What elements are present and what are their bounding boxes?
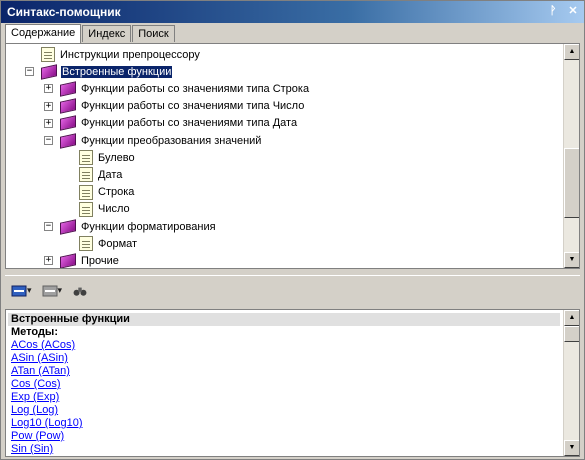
help-content-pane: Встроенные функции Методы: ▲ ▼ ACos (ACo…: [5, 309, 580, 457]
method-link[interactable]: Sin (Sin): [11, 443, 53, 456]
document-icon: [41, 47, 55, 62]
tree-item[interactable]: + Функции работы со значениями типа Строк…: [44, 80, 310, 97]
navigation-toolbar: ▾ ▾: [5, 275, 580, 305]
book-icon: [60, 115, 76, 131]
method-link[interactable]: Log (Log): [11, 404, 58, 417]
method-link[interactable]: ACos (ACos): [11, 339, 75, 352]
expand-icon[interactable]: +: [44, 118, 53, 128]
expand-icon[interactable]: +: [44, 256, 53, 266]
tree-item-label: Инструкции препроцессору: [60, 48, 200, 61]
tree-item-label: Строка: [98, 186, 135, 199]
tree-item-label: Прочие: [81, 254, 119, 267]
scroll-up-icon[interactable]: ▲: [564, 44, 579, 60]
forward-arrow-icon: [42, 285, 58, 296]
collapse-icon[interactable]: −: [44, 222, 53, 231]
method-link[interactable]: ATan (ATan): [11, 365, 70, 378]
method-link[interactable]: Log10 (Log10): [11, 417, 83, 430]
pin-icon[interactable]: ᚹ: [546, 4, 560, 18]
method-link[interactable]: ASin (ASin): [11, 352, 68, 365]
back-arrow-icon: [11, 285, 27, 296]
methods-heading: Методы:: [11, 326, 58, 338]
content-scrollbar[interactable]: ▲ ▼: [563, 310, 579, 456]
forward-button[interactable]: ▾: [40, 280, 65, 302]
tree-item-label: Булево: [98, 151, 135, 164]
document-icon: [79, 150, 93, 166]
tree-item-label: Функции преобразования значений: [81, 134, 262, 147]
tree-item[interactable]: − Встроенные функции: [25, 63, 173, 80]
collapse-icon[interactable]: −: [25, 67, 34, 77]
book-icon: [60, 132, 76, 149]
dropdown-arrow-icon[interactable]: ▾: [58, 285, 63, 296]
window-title: Синтакс-помощник: [7, 5, 121, 19]
dropdown-arrow-icon[interactable]: ▾: [27, 285, 32, 296]
book-icon: [60, 81, 76, 97]
method-link[interactable]: Pow (Pow): [11, 430, 64, 443]
tree-item[interactable]: + Функции работы со значениями типа Дата: [44, 115, 298, 132]
tree-item-label: Функции работы со значениями типа Число: [81, 100, 305, 113]
tree-item[interactable]: Дата: [79, 166, 123, 183]
tree-item-label: Встроенные функции: [61, 65, 173, 78]
scroll-down-icon[interactable]: ▼: [564, 440, 579, 456]
tree-item[interactable]: Строка: [79, 184, 135, 201]
tree-item[interactable]: + Прочие: [44, 252, 120, 268]
tree-item-label: Дата: [98, 168, 123, 181]
method-link[interactable]: Exp (Exp): [11, 391, 59, 404]
back-button[interactable]: ▾: [9, 280, 34, 302]
document-icon: [79, 236, 93, 252]
tab-strip: Содержание Индекс Поиск: [5, 24, 176, 43]
scroll-down-icon[interactable]: ▼: [564, 252, 579, 268]
tree-item-label: Функции работы со значениями типа Дата: [81, 117, 298, 130]
tree-item-label: Функции форматирования: [81, 220, 216, 233]
contents-tree[interactable]: ▲ ▼ Инструкции препроцессору − Встроенные …: [5, 43, 580, 269]
find-in-tree-button[interactable]: [70, 280, 90, 302]
tree-item-label: Формат: [98, 237, 138, 250]
scroll-thumb[interactable]: [564, 326, 579, 342]
book-icon: [60, 218, 76, 235]
document-icon: [79, 184, 93, 200]
tree-item-label: Число: [98, 203, 130, 216]
book-icon: [60, 253, 76, 268]
tab-index[interactable]: Индекс: [82, 25, 132, 42]
tab-search[interactable]: Поиск: [132, 25, 175, 42]
expand-icon[interactable]: +: [44, 84, 53, 94]
tab-contents[interactable]: Содержание: [5, 24, 82, 43]
book-icon: [41, 63, 57, 80]
tree-item[interactable]: Булево: [79, 149, 136, 166]
tree-item-label: Функции работы со значениями типа Строка: [81, 82, 310, 95]
method-link[interactable]: Cos (Cos): [11, 378, 61, 391]
tree-item[interactable]: − Функции форматирования: [44, 218, 217, 235]
syntax-helper-window: Синтакс-помощник ᚹ ✕ Содержание Индекс П…: [0, 0, 585, 460]
tree-item[interactable]: − Функции преобразования значений: [44, 132, 262, 149]
tree-item[interactable]: Инструкции препроцессору: [41, 46, 201, 63]
document-icon: [79, 167, 93, 183]
tree-item[interactable]: + Функции работы со значениями типа Число: [44, 98, 305, 115]
expand-icon[interactable]: +: [44, 101, 53, 111]
collapse-icon[interactable]: −: [44, 136, 53, 145]
tree-item[interactable]: Число: [79, 201, 131, 218]
binoculars-icon: [73, 287, 87, 296]
content-title: Встроенные функции: [8, 313, 560, 326]
tree-scrollbar[interactable]: ▲ ▼: [563, 44, 579, 268]
title-bar[interactable]: Синтакс-помощник ᚹ ✕: [1, 1, 584, 23]
book-icon: [60, 98, 76, 114]
scroll-thumb[interactable]: [564, 148, 579, 218]
close-icon[interactable]: ✕: [566, 4, 580, 18]
tree-item[interactable]: Формат: [79, 235, 138, 252]
document-icon: [79, 201, 93, 217]
scroll-up-icon[interactable]: ▲: [564, 310, 579, 326]
